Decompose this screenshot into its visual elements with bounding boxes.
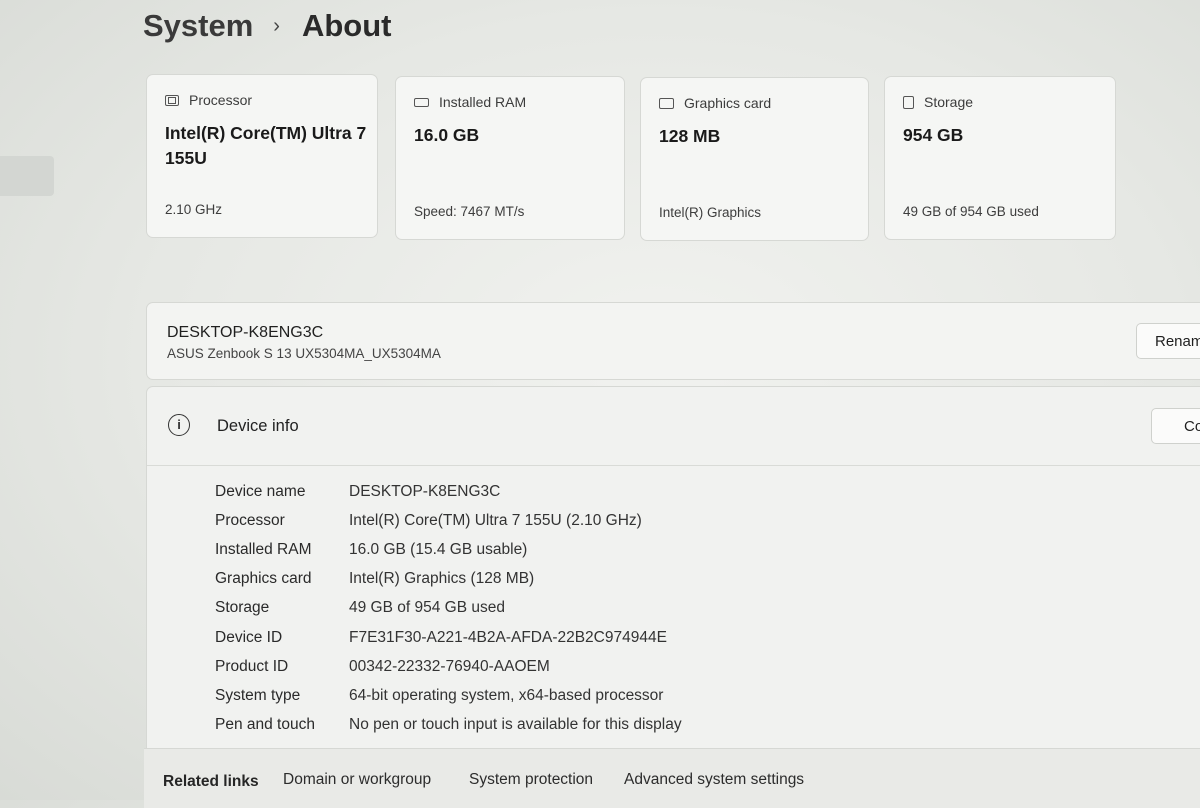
spec-value: 49 GB of 954 GB used bbox=[349, 599, 505, 617]
spec-row-device-name: Device name DESKTOP-K8ENG3C bbox=[215, 477, 682, 506]
info-icon: i bbox=[168, 414, 190, 436]
spec-value: Intel(R) Core(TM) Ultra 7 155U (2.10 GHz… bbox=[349, 511, 642, 529]
page-title: About bbox=[301, 8, 392, 43]
spec-row-storage: Storage 49 GB of 954 GB used bbox=[215, 594, 682, 623]
spec-label: System type bbox=[215, 686, 301, 704]
related-links-bar: Related links Domain or workgroup System… bbox=[144, 748, 1200, 808]
spec-row-installed-ram: Installed RAM 16.0 GB (15.4 GB usable) bbox=[215, 535, 682, 564]
device-spec-list: Device name DESKTOP-K8ENG3C Processor In… bbox=[215, 477, 682, 740]
spec-label: Graphics card bbox=[215, 570, 312, 588]
spec-row-processor: Processor Intel(R) Core(TM) Ultra 7 155U… bbox=[215, 506, 682, 535]
spec-label: Device name bbox=[215, 482, 306, 500]
device-name-panel: DESKTOP-K8ENG3C ASUS Zenbook S 13 UX5304… bbox=[146, 302, 1200, 380]
card-subtext: 49 GB of 954 GB used bbox=[903, 204, 1039, 219]
ram-icon bbox=[414, 97, 429, 107]
device-info-header[interactable]: i Device info bbox=[147, 387, 1200, 466]
card-value: Intel(R) Core(TM) Ultra 7 155U bbox=[165, 123, 367, 168]
spec-card-ram: Installed RAM 16.0 GB Speed: 7467 MT/s bbox=[395, 76, 625, 240]
processor-icon bbox=[165, 94, 179, 106]
spec-value: 00342-22332-76940-AAOEM bbox=[349, 657, 550, 675]
device-info-panel: i Device info Device name DESKTOP-K8ENG3… bbox=[146, 386, 1200, 768]
spec-row-system-type: System type 64-bit operating system, x64… bbox=[215, 681, 682, 710]
card-value: 16.0 GB bbox=[414, 125, 480, 145]
spec-label: Storage bbox=[215, 599, 270, 617]
copy-button[interactable]: Co bbox=[1151, 408, 1200, 444]
spec-row-graphics-card: Graphics card Intel(R) Graphics (128 MB) bbox=[215, 565, 682, 594]
spec-label: Processor bbox=[215, 511, 285, 529]
card-value: 128 MB bbox=[659, 126, 721, 146]
spec-label: Pen and touch bbox=[215, 716, 315, 734]
breadcrumb: System › About bbox=[143, 8, 392, 44]
graphics-card-icon bbox=[659, 97, 674, 109]
card-subtext: Speed: 7467 MT/s bbox=[414, 204, 525, 219]
domain-or-workgroup-link[interactable]: Domain or workgroup bbox=[283, 771, 431, 789]
advanced-system-settings-link[interactable]: Advanced system settings bbox=[624, 771, 804, 789]
breadcrumb-system-link[interactable]: System bbox=[143, 8, 253, 44]
spec-card-processor: Processor Intel(R) Core(TM) Ultra 7 155U… bbox=[146, 74, 378, 238]
sidebar-selected-item[interactable] bbox=[0, 156, 54, 196]
chevron-right-icon: › bbox=[273, 14, 280, 37]
card-title: Graphics card bbox=[684, 95, 772, 111]
spec-row-pen-and-touch: Pen and touch No pen or touch input is a… bbox=[215, 711, 682, 740]
rename-pc-button[interactable]: Renam bbox=[1136, 323, 1200, 359]
card-subtext: Intel(R) Graphics bbox=[659, 205, 762, 220]
card-title: Installed RAM bbox=[439, 94, 527, 110]
spec-row-device-id: Device ID F7E31F30-A221-4B2A-AFDA-22B2C9… bbox=[215, 623, 682, 652]
spec-card-graphics: Graphics card 128 MB Intel(R) Graphics bbox=[640, 77, 869, 241]
spec-value: F7E31F30-A221-4B2A-AFDA-22B2C974944E bbox=[349, 628, 667, 646]
card-value: 954 GB bbox=[903, 125, 964, 145]
spec-card-storage: Storage 954 GB 49 GB of 954 GB used bbox=[884, 76, 1116, 240]
device-name: DESKTOP-K8ENG3C bbox=[167, 324, 324, 341]
device-info-title: Device info bbox=[217, 417, 299, 435]
system-protection-link[interactable]: System protection bbox=[469, 771, 593, 789]
spec-label: Device ID bbox=[215, 628, 283, 646]
card-title: Storage bbox=[924, 94, 974, 110]
spec-label: Product ID bbox=[215, 657, 289, 675]
card-title: Processor bbox=[189, 92, 253, 108]
related-links-title: Related links bbox=[163, 773, 259, 790]
storage-icon bbox=[903, 95, 914, 109]
spec-value: DESKTOP-K8ENG3C bbox=[349, 482, 501, 500]
spec-value: 16.0 GB (15.4 GB usable) bbox=[349, 540, 528, 558]
spec-value: Intel(R) Graphics (128 MB) bbox=[349, 570, 535, 588]
spec-value: 64-bit operating system, x64-based proce… bbox=[349, 686, 664, 704]
card-subtext: 2.10 GHz bbox=[165, 202, 223, 217]
device-model: ASUS Zenbook S 13 UX5304MA_UX5304MA bbox=[167, 346, 441, 361]
spec-label: Installed RAM bbox=[215, 540, 312, 558]
spec-value: No pen or touch input is available for t… bbox=[349, 716, 682, 734]
spec-row-product-id: Product ID 00342-22332-76940-AAOEM bbox=[215, 652, 682, 681]
